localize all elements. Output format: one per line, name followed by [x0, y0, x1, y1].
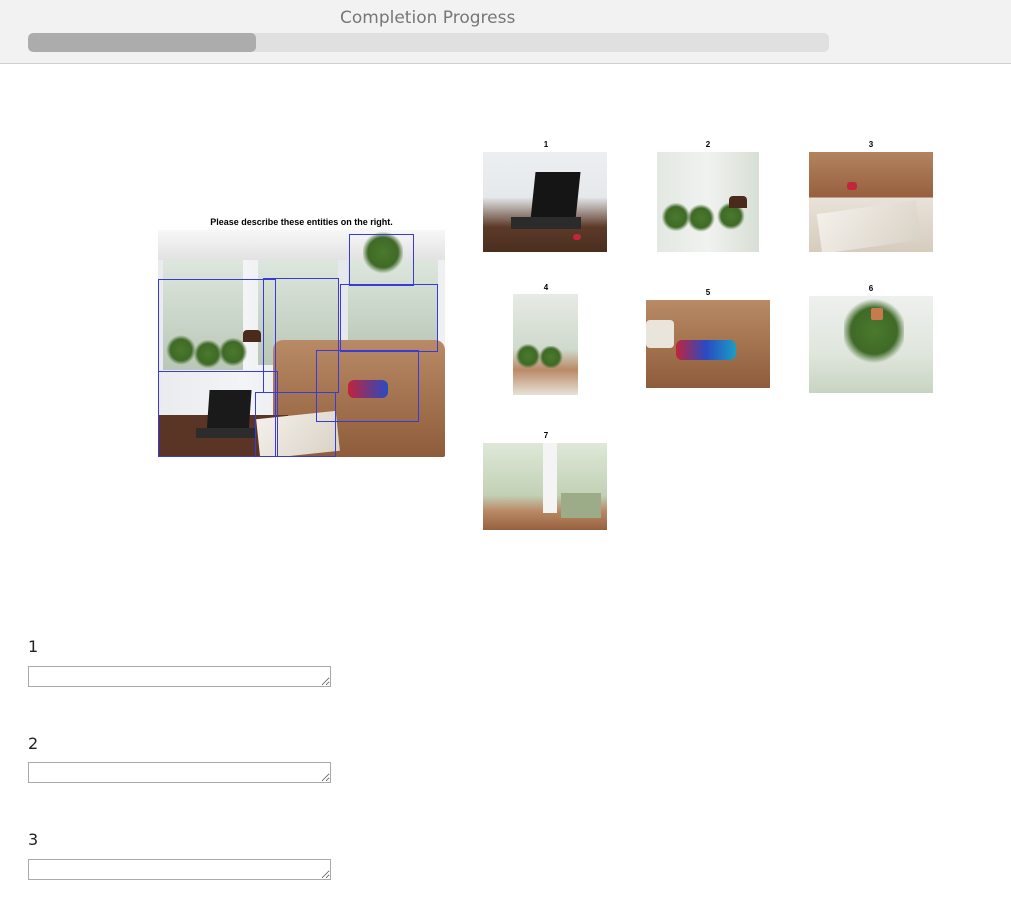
thumbnail-1	[483, 152, 607, 252]
progress-bar-fill	[28, 33, 257, 52]
thumbnail-label-6: 6	[868, 284, 874, 293]
question-3-input[interactable]	[28, 859, 331, 880]
progress-label: Completion Progress	[340, 8, 516, 28]
bbox-7	[340, 284, 438, 352]
thumbnail-label-1: 1	[543, 140, 549, 149]
thumbnail-7	[483, 443, 607, 530]
thumbnail-label-7: 7	[543, 431, 549, 440]
thumbnail-4	[513, 294, 578, 395]
thumbnail-label-5: 5	[705, 288, 711, 297]
progress-header: Completion Progress	[0, 0, 1011, 64]
question-3-label: 3	[28, 830, 39, 849]
question-1-input[interactable]	[28, 666, 331, 687]
question-1-label: 1	[28, 637, 39, 656]
question-2-input[interactable]	[28, 762, 331, 783]
progress-bar	[28, 33, 829, 52]
thumbnail-label-3: 3	[868, 140, 874, 149]
thumbnail-label-2: 2	[705, 140, 711, 149]
main-image-title: Please describe these entities on the ri…	[210, 217, 393, 227]
thumbnail-2	[657, 152, 759, 252]
thumbnail-5	[646, 300, 770, 388]
bbox-6	[349, 234, 414, 286]
bbox-3	[255, 392, 336, 457]
thumbnail-6	[809, 296, 933, 393]
question-2-label: 2	[28, 734, 39, 753]
thumbnail-3	[809, 152, 933, 252]
thumbnail-label-4: 4	[543, 283, 549, 292]
main-image	[158, 230, 445, 457]
